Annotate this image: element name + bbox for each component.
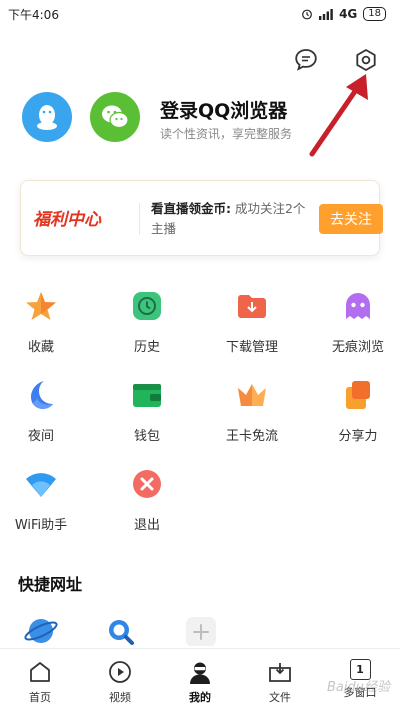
- battery-indicator: 18: [363, 7, 386, 21]
- status-icons: 4G 18: [301, 7, 386, 21]
- plus-icon: [186, 617, 216, 647]
- moon-icon: [31, 381, 53, 409]
- divider: [139, 203, 140, 235]
- grid-item-share[interactable]: 分享力: [313, 377, 400, 447]
- login-title[interactable]: 登录QQ浏览器: [160, 96, 287, 123]
- download-icon: [238, 295, 266, 318]
- welfare-card[interactable]: 福利中心 看直播领金币: 成功关注2个主播 去关注: [20, 180, 383, 256]
- welfare-logo: 福利中心: [33, 210, 101, 230]
- nav-label: 文件: [269, 691, 291, 704]
- planet-icon: [24, 619, 58, 643]
- signal-icon: [319, 8, 333, 20]
- home-icon: [30, 662, 50, 682]
- nav-video[interactable]: 视频: [80, 649, 160, 711]
- crown-icon: [238, 384, 266, 406]
- grid-item-night[interactable]: 夜间: [0, 377, 86, 447]
- follow-button[interactable]: 去关注: [319, 204, 383, 234]
- grid-label: 下载管理: [225, 340, 278, 355]
- login-section: 登录QQ浏览器 读个性资讯，享完整服务: [0, 92, 400, 148]
- grid-label: 无痕浏览: [331, 340, 384, 355]
- grid-label: 夜间: [27, 429, 54, 444]
- wifi-icon: [26, 473, 56, 497]
- welfare-text-bold: 看直播领金币:: [151, 201, 231, 216]
- nav-home[interactable]: 首页: [0, 649, 80, 711]
- grid-label: 王卡免流: [225, 429, 278, 444]
- grid-item-incognito[interactable]: 无痕浏览: [313, 288, 400, 358]
- share-icon: [346, 381, 370, 409]
- shortcut-site-1[interactable]: [24, 612, 58, 646]
- clock-icon: [133, 292, 161, 320]
- grid-label: 历史: [133, 340, 160, 355]
- exit-icon: [133, 470, 161, 498]
- nav-profile[interactable]: 我的: [160, 649, 240, 711]
- shortcut-site-2[interactable]: [104, 612, 138, 646]
- grid-label: 收藏: [27, 340, 54, 355]
- file-icon: [269, 663, 291, 682]
- grid-item-wallet[interactable]: 钱包: [102, 377, 192, 447]
- login-subtitle: 读个性资讯，享完整服务: [160, 127, 293, 141]
- qq-login-button[interactable]: [22, 92, 72, 142]
- grid-label: 分享力: [338, 429, 378, 444]
- status-time: 下午4:06: [8, 7, 59, 22]
- star-icon: [26, 292, 56, 320]
- video-icon: [109, 661, 131, 683]
- wallet-icon: [133, 384, 161, 407]
- wechat-icon: [102, 105, 129, 129]
- ghost-icon: [346, 293, 370, 319]
- nav-files[interactable]: 文件: [240, 649, 320, 711]
- nav-label: 视频: [109, 691, 131, 704]
- status-bar: 下午4:06 4G 18: [0, 0, 400, 28]
- shortcuts-title: 快捷网址: [18, 575, 83, 594]
- grid-item-wangka[interactable]: 王卡免流: [207, 377, 297, 447]
- grid-label: 钱包: [133, 429, 160, 444]
- grid-item-exit[interactable]: 退出: [102, 466, 192, 536]
- profile-icon: [190, 662, 210, 684]
- shortcut-add-button[interactable]: [184, 612, 218, 647]
- grid-label: 退出: [133, 518, 160, 533]
- alarm-icon: [302, 9, 312, 20]
- grid-item-downloads[interactable]: 下载管理: [207, 288, 297, 358]
- wechat-login-button[interactable]: [90, 92, 140, 142]
- nav-label: 我的: [189, 691, 211, 704]
- nav-label: 首页: [29, 691, 51, 704]
- welfare-description: 看直播领金币: 成功关注2个主播: [151, 199, 309, 239]
- watermark: Baidu经验: [327, 680, 390, 695]
- grid-item-history[interactable]: 历史: [102, 288, 192, 358]
- grid-item-wifi[interactable]: WiFi助手: [0, 466, 86, 536]
- network-type: 4G: [339, 7, 358, 21]
- search-icon: [109, 620, 134, 645]
- grid-item-favorites[interactable]: 收藏: [0, 288, 86, 358]
- qq-icon: [37, 105, 57, 130]
- grid-label: WiFi助手: [14, 518, 68, 533]
